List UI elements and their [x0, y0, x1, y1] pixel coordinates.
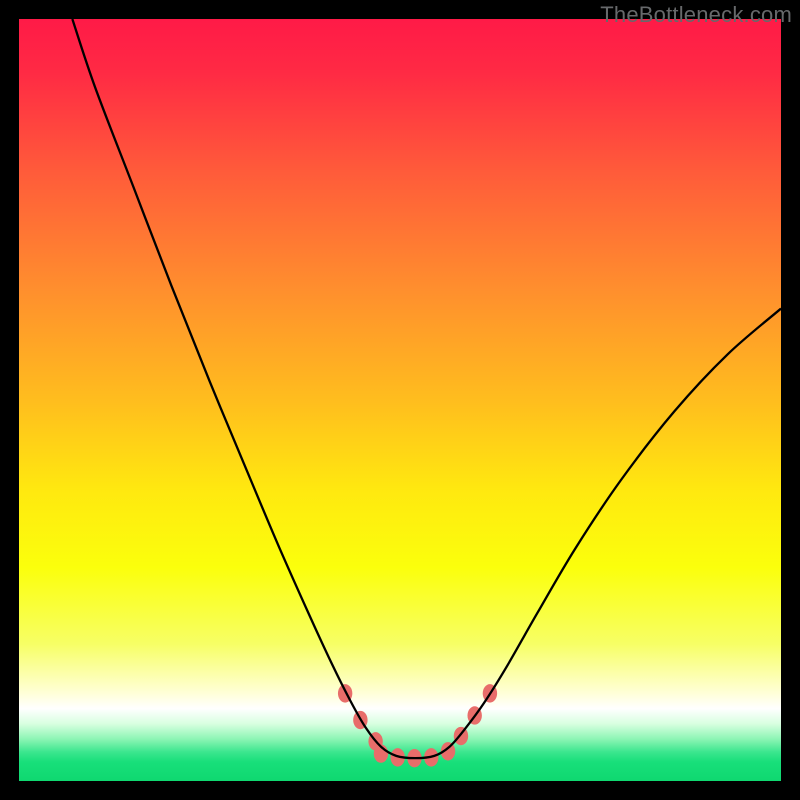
watermark-text: TheBottleneck.com	[600, 2, 792, 28]
chart-frame: TheBottleneck.com	[0, 0, 800, 800]
chart-plot-area	[19, 19, 781, 781]
chart-svg	[19, 19, 781, 781]
curve-marker	[454, 727, 468, 745]
gradient-background	[19, 19, 781, 781]
